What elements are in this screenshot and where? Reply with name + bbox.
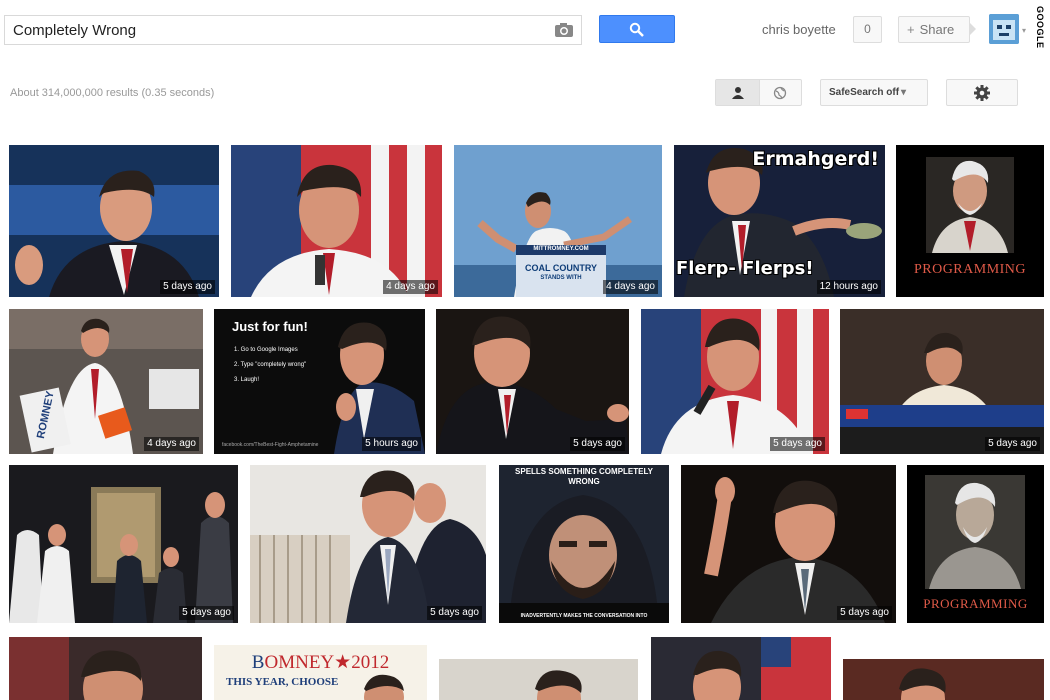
star-icon: ★ [334, 652, 352, 673]
safesearch-label: SafeSearch off [829, 87, 900, 98]
globe-icon [773, 86, 787, 100]
image-result[interactable]: 5 days ago [250, 465, 486, 623]
results-stats: About 314,000,000 results (0.35 seconds) [10, 87, 215, 99]
image-result[interactable]: Just for fun! 1. Go to Google Images 2. … [214, 309, 425, 454]
photo-hoodie-meme [499, 465, 669, 623]
personal-results-button[interactable] [716, 80, 760, 105]
meme-top-text: Ermahgerd! [752, 148, 879, 170]
person-icon [732, 87, 744, 99]
share-button[interactable]: + Share [898, 16, 970, 43]
photo-partial [9, 637, 202, 700]
image-result[interactable]: 5 days ago [840, 309, 1044, 454]
poster-caption: PROGRAMMING [913, 262, 1027, 277]
poster-logo: BOMNEY★2012 [214, 651, 427, 674]
image-result[interactable] [651, 637, 831, 700]
meme-steps: 1. Go to Google Images 2. Type "complete… [234, 343, 306, 388]
camera-icon[interactable] [554, 22, 574, 38]
meme-footer: facebook.com/TheBest-Fight-Amphetamine [222, 442, 319, 448]
avatar-caret-icon[interactable]: ▾ [1022, 26, 1026, 35]
global-results-button[interactable] [759, 80, 802, 105]
photo-partial [439, 659, 638, 700]
image-result[interactable]: MITTROMNEY.COM COAL COUNTRY STANDS WITH … [454, 145, 662, 297]
image-age: 4 days ago [383, 280, 438, 294]
chevron-down-icon: ▾ [901, 87, 907, 98]
meme-bottom-text: Flerp- Flerps! [676, 258, 814, 279]
sign-header: MITTROMNEY.COM [533, 246, 589, 252]
image-result[interactable]: 5 days ago [9, 465, 238, 623]
safesearch-dropdown[interactable]: SafeSearch off ▾ [820, 79, 928, 106]
search-icon [629, 22, 644, 37]
image-result[interactable]: ROMNEY 4 days ago [9, 309, 203, 454]
image-result[interactable]: 5 days ago [436, 309, 629, 454]
meme-bottom-text: INADVERTENTLY MAKES THE CONVERSATION INT… [520, 613, 648, 619]
image-result[interactable]: SPELLS SOMETHING COMPLETELY WRONG INADVE… [499, 465, 669, 623]
poster-caption: PROGRAMMING [923, 596, 1028, 611]
image-result[interactable] [439, 659, 638, 700]
search-box[interactable] [4, 15, 582, 45]
avatar-image [989, 14, 1019, 44]
image-age: 5 days ago [985, 437, 1040, 451]
plus-icon: + [907, 22, 915, 37]
image-age: 4 days ago [603, 280, 658, 294]
logo-letter: B [251, 652, 265, 673]
google-label: GOOGLE [1035, 6, 1045, 49]
meme-title: Just for fun! [232, 319, 308, 334]
image-result[interactable]: Ermahgerd! Flerp- Flerps! 12 hours ago [674, 145, 885, 297]
logo-year: 2012 [351, 652, 390, 673]
avatar[interactable] [989, 14, 1019, 44]
logo-word: OMNEY [264, 652, 335, 673]
photo-gesture [681, 465, 896, 623]
meme-top-text: SPELLS SOMETHING COMPLETELY WRONG [515, 467, 653, 486]
notification-count[interactable]: 0 [853, 16, 882, 43]
photo-news-broadcast [840, 309, 1044, 454]
photo-partial [843, 659, 1044, 700]
photo-flag-speaker [231, 145, 442, 297]
image-result[interactable] [843, 659, 1044, 700]
image-result[interactable]: PROGRAMMING [896, 145, 1044, 297]
image-result[interactable]: PROGRAMMING [907, 465, 1044, 623]
photo-partial [651, 637, 831, 700]
meme-step: 2. Type "completely wrong" [234, 362, 307, 368]
image-age: 5 days ago [160, 280, 215, 294]
image-result[interactable]: 5 days ago [681, 465, 896, 623]
image-result[interactable]: 5 days ago [641, 309, 829, 454]
image-result[interactable]: 4 days ago [231, 145, 442, 297]
image-age: 5 days ago [179, 606, 234, 620]
meme-step: 1. Go to Google Images [234, 347, 298, 353]
image-age: 4 days ago [144, 437, 199, 451]
image-age: 5 hours ago [362, 437, 421, 451]
gear-icon [974, 85, 990, 101]
search-button[interactable] [599, 15, 675, 43]
search-input[interactable] [5, 16, 545, 44]
photo-street [250, 465, 486, 623]
sign-sub: STANDS WITH [540, 275, 582, 281]
view-toggle[interactable] [715, 79, 802, 106]
image-age: 5 days ago [427, 606, 482, 620]
image-age: 12 hours ago [816, 280, 881, 294]
poster-subtitle: THIS YEAR, CHOOSE [226, 676, 339, 688]
photo-speaker [9, 145, 219, 297]
share-arrow [969, 22, 976, 36]
image-result[interactable]: 5 days ago [9, 145, 219, 297]
image-age: 5 days ago [770, 437, 825, 451]
image-age: 5 days ago [570, 437, 625, 451]
sign-main: COAL COUNTRY [525, 263, 597, 273]
settings-button[interactable] [946, 79, 1018, 106]
meme-step: 3. Laugh! [234, 377, 260, 383]
photo-pointing [436, 309, 629, 454]
share-label: Share [919, 22, 955, 37]
image-age: 5 days ago [837, 606, 892, 620]
user-name[interactable]: chris boyette [762, 22, 836, 37]
photo-microphone [641, 309, 829, 454]
photo-portrait-unveiling [9, 465, 238, 623]
image-result[interactable] [9, 637, 202, 700]
image-result[interactable]: BOMNEY★2012 THIS YEAR, CHOOSE [214, 645, 427, 700]
